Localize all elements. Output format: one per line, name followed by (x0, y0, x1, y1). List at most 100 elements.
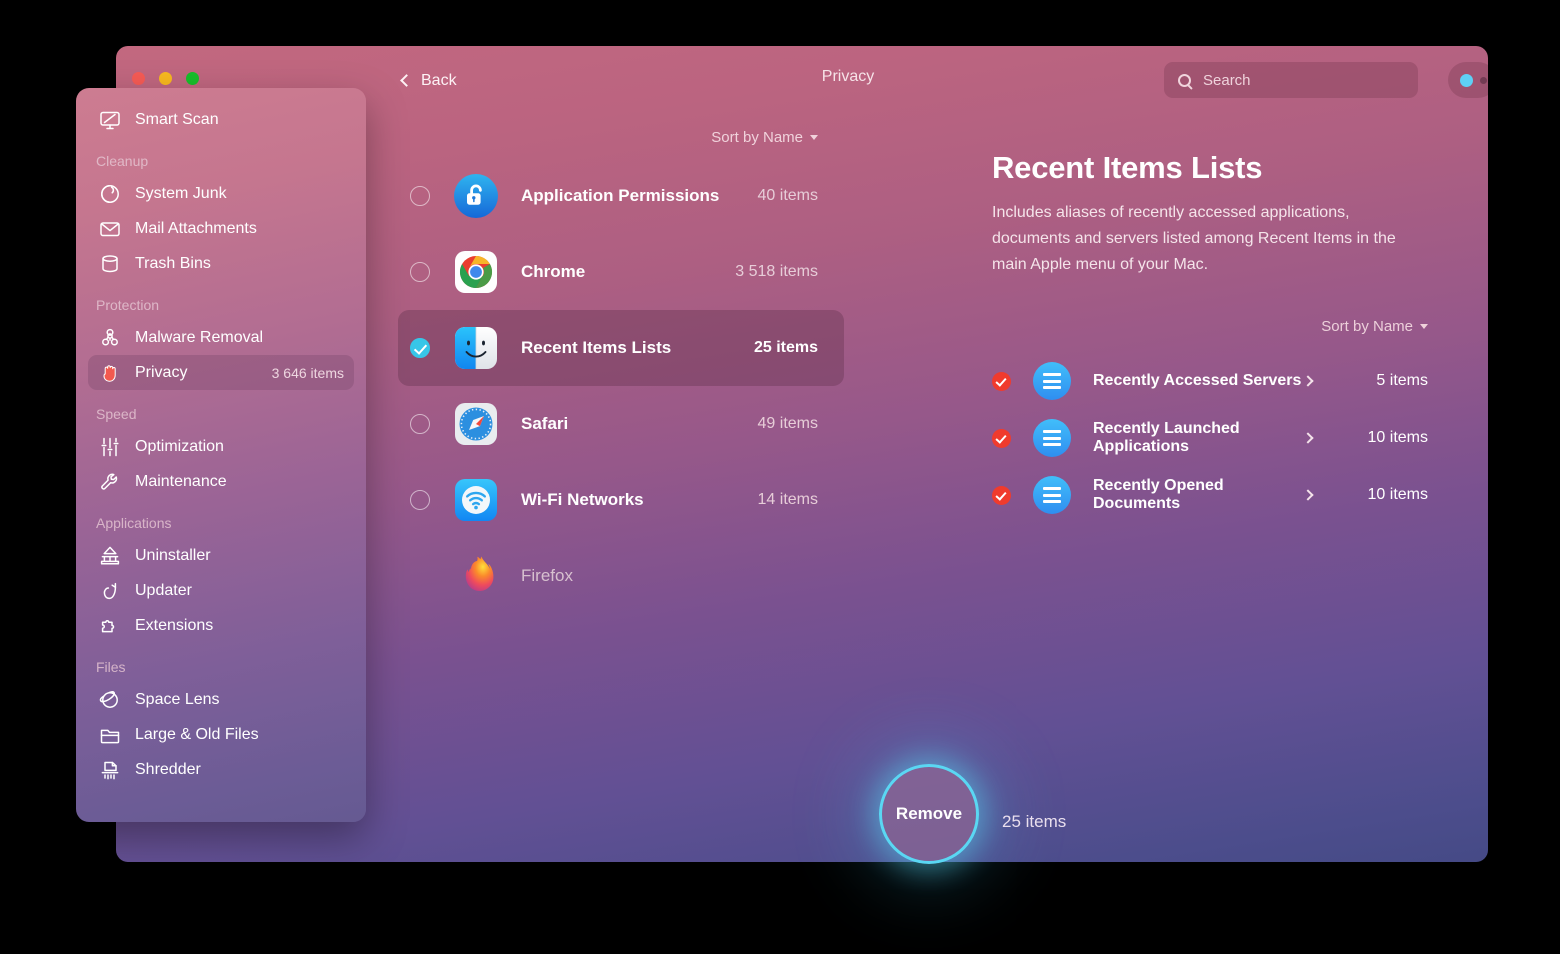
middle-sort-dropdown[interactable]: Sort by Name (398, 116, 844, 158)
detail-rows: Recently Accessed Servers5 itemsRecently… (992, 353, 1428, 524)
chevron-right-icon[interactable] (1302, 376, 1313, 387)
sidebar-item-label: Large & Old Files (135, 726, 344, 744)
sidebar-item-uninstaller[interactable]: Uninstaller (88, 538, 354, 573)
broom-icon (98, 182, 122, 206)
sidebar-group-title: Files (76, 643, 366, 682)
detail-row-checkbox[interactable] (992, 486, 1011, 505)
detail-item-recently-accessed-servers[interactable]: Recently Accessed Servers 5 items (992, 353, 1428, 410)
sidebar-item-space-lens[interactable]: Space Lens (88, 682, 354, 717)
search-icon (1178, 74, 1191, 87)
open-lock-icon (454, 174, 498, 218)
toggle-active-dot-icon (1460, 74, 1473, 87)
sidebar-item-trash-bins[interactable]: Trash Bins (88, 246, 354, 281)
wifi-icon (454, 478, 498, 522)
list-item-recent-items-lists[interactable]: Recent Items Lists25 items (398, 310, 844, 386)
detail-row-label: Recently Launched Applications (1093, 420, 1304, 456)
list-item-wi-fi-networks[interactable]: Wi-Fi Networks14 items (398, 462, 844, 538)
detail-row-checkbox[interactable] (992, 429, 1011, 448)
row-label: Application Permissions (521, 186, 758, 206)
sidebar-item-optimization[interactable]: Optimization (88, 429, 354, 464)
chevron-down-icon (810, 135, 818, 140)
row-checkbox[interactable] (410, 338, 430, 358)
chrome-icon (454, 250, 498, 294)
detail-description: Includes aliases of recently accessed ap… (992, 200, 1428, 278)
shredder-icon (98, 758, 122, 782)
sidebar-group-title: Protection (76, 281, 366, 320)
sidebar-item-label: Optimization (135, 438, 344, 456)
detail-row-count: 10 items (1356, 429, 1428, 447)
sidebar-item-updater[interactable]: Updater (88, 573, 354, 608)
traffic-lights (132, 72, 199, 85)
sidebar-item-shredder[interactable]: Shredder (88, 752, 354, 787)
view-toggle-button[interactable] (1448, 62, 1488, 98)
sidebar-item-maintenance[interactable]: Maintenance (88, 464, 354, 499)
items-list-column: Sort by Name Application Permissions40 i… (398, 116, 844, 862)
row-checkbox[interactable] (410, 490, 430, 510)
row-count: 14 items (758, 491, 818, 509)
zoom-button[interactable] (186, 72, 199, 85)
sidebar-item-label: Shredder (135, 761, 344, 779)
sidebar-item-label: System Junk (135, 185, 344, 203)
search-placeholder: Search (1203, 72, 1251, 89)
row-count: 40 items (758, 187, 818, 205)
row-label: Chrome (521, 262, 735, 282)
sidebar: Smart ScanCleanup System Junk Mail Attachm… (76, 88, 366, 822)
safari-icon (454, 402, 498, 446)
detail-row-label: Recently Accessed Servers (1093, 372, 1304, 390)
minimize-button[interactable] (159, 72, 172, 85)
detail-sort-label: Sort by Name (1321, 318, 1413, 335)
folder-icon (98, 723, 122, 747)
row-checkbox[interactable] (410, 414, 430, 434)
detail-sort-dropdown[interactable]: Sort by Name (992, 318, 1428, 335)
sidebar-item-privacy[interactable]: Privacy3 646 items (88, 355, 354, 390)
list-lines-icon (1033, 362, 1071, 400)
remove-button-wrap: Remove (879, 764, 979, 864)
sidebar-group-title: Applications (76, 499, 366, 538)
middle-rows: Application Permissions40 itemsChrome3 5… (398, 158, 844, 614)
sidebar-item-label: Space Lens (135, 691, 344, 709)
remove-button[interactable]: Remove (879, 764, 979, 864)
detail-row-label: Recently Opened Documents (1093, 477, 1304, 513)
list-item-firefox[interactable]: Firefox (398, 538, 844, 614)
envelope-icon (98, 217, 122, 241)
trash-bin-icon (98, 252, 122, 276)
sidebar-group-title: Cleanup (76, 137, 366, 176)
detail-row-checkbox[interactable] (992, 372, 1011, 391)
uninstall-icon (98, 544, 122, 568)
sidebar-item-large-old-files[interactable]: Large & Old Files (88, 717, 354, 752)
back-button[interactable]: Back (394, 66, 465, 96)
wrench-icon (98, 470, 122, 494)
list-item-chrome[interactable]: Chrome3 518 items (398, 234, 844, 310)
sidebar-item-malware-removal[interactable]: Malware Removal (88, 320, 354, 355)
sidebar-item-label: Privacy (135, 364, 272, 382)
sidebar-item-count: 3 646 items (272, 365, 344, 381)
sidebar-item-label: Uninstaller (135, 547, 344, 565)
page-title: Recent Items Lists (992, 150, 1428, 186)
row-checkbox[interactable] (410, 262, 430, 282)
search-input[interactable]: Search (1164, 62, 1418, 98)
chevron-right-icon[interactable] (1302, 433, 1313, 444)
list-item-application-permissions[interactable]: Application Permissions40 items (398, 158, 844, 234)
display-scan-icon (98, 108, 122, 132)
sidebar-group-title: Speed (76, 390, 366, 429)
sidebar-item-system-junk[interactable]: System Junk (88, 176, 354, 211)
detail-row-count: 5 items (1356, 372, 1428, 390)
sidebar-item-mail-attachments[interactable]: Mail Attachments (88, 211, 354, 246)
sidebar-item-extensions[interactable]: Extensions (88, 608, 354, 643)
sidebar-item-label: Malware Removal (135, 329, 344, 347)
sliders-icon (98, 435, 122, 459)
toggle-inactive-dot-icon (1480, 77, 1487, 84)
sidebar-item-label: Trash Bins (135, 255, 344, 273)
row-label: Wi-Fi Networks (521, 490, 758, 510)
close-button[interactable] (132, 72, 145, 85)
chevron-right-icon[interactable] (1302, 490, 1313, 501)
detail-item-recently-opened-documents[interactable]: Recently Opened Documents10 items (992, 467, 1428, 524)
sidebar-item-smart-scan[interactable]: Smart Scan (88, 102, 354, 137)
list-item-safari[interactable]: Safari49 items (398, 386, 844, 462)
detail-item-recently-launched-applications[interactable]: Recently Launched Applications 10 items (992, 410, 1428, 467)
list-lines-icon (1033, 419, 1071, 457)
biohazard-icon (98, 326, 122, 350)
row-checkbox[interactable] (410, 186, 430, 206)
remove-button-label: Remove (896, 804, 962, 824)
screen: Back Privacy Search Sort by Name Applica… (0, 0, 1560, 954)
